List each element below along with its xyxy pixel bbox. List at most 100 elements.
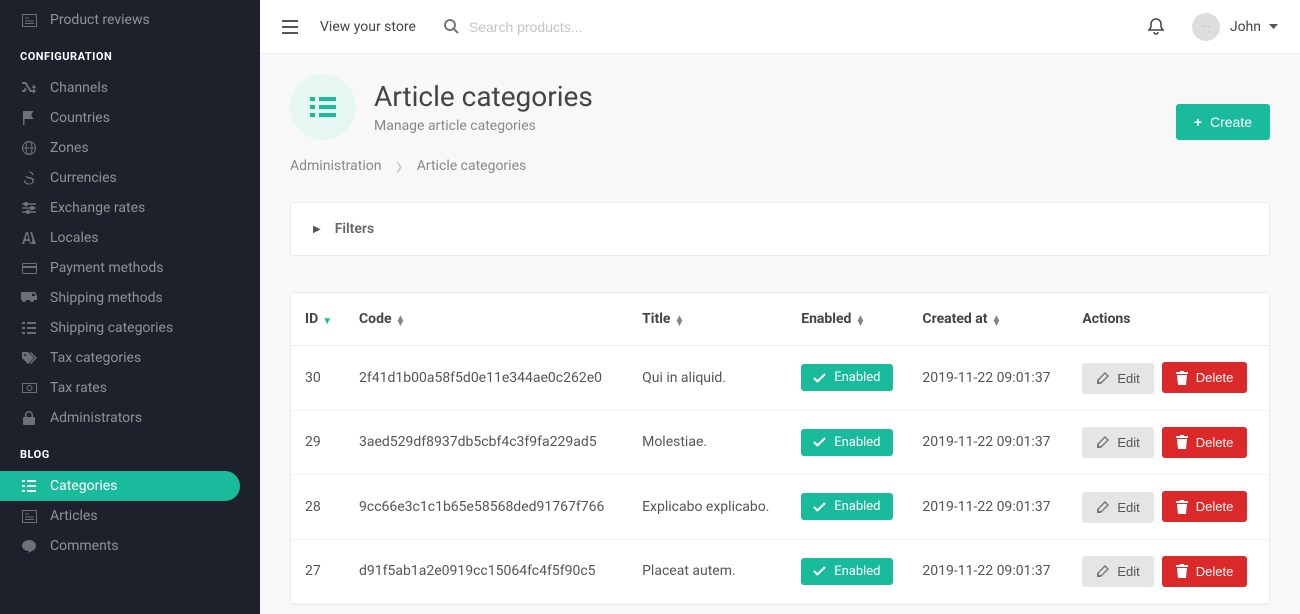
sidebar-item-shipping-categories[interactable]: Shipping categories	[0, 313, 260, 343]
sidebar-item-comments[interactable]: Comments	[0, 531, 260, 561]
truck-icon	[20, 292, 38, 304]
cell-actions: Edit Delete	[1070, 539, 1269, 604]
pencil-icon	[1096, 501, 1109, 514]
page-list-icon	[290, 74, 356, 140]
col-created-at[interactable]: Created at▲▼	[910, 293, 1070, 346]
sidebar-item-product-reviews[interactable]: Product reviews	[0, 5, 260, 35]
edit-button[interactable]: Edit	[1082, 492, 1153, 523]
comment-icon	[20, 540, 38, 553]
random-icon	[20, 82, 38, 94]
check-icon	[813, 566, 826, 576]
edit-button[interactable]: Edit	[1082, 363, 1153, 394]
caret-right-icon: ▶	[313, 224, 321, 235]
edit-button[interactable]: Edit	[1082, 427, 1153, 458]
sidebar-item-zones[interactable]: Zones	[0, 133, 260, 163]
cell-created-at: 2019-11-22 09:01:37	[910, 346, 1070, 411]
hamburger-icon[interactable]	[282, 20, 298, 34]
sidebar: Product reviews CONFIGURATION Channels C…	[0, 0, 260, 614]
col-code[interactable]: Code▲▼	[347, 293, 630, 346]
cell-created-at: 2019-11-22 09:01:37	[910, 475, 1070, 540]
table-row: 293aed529df8937db5cbf4c3f9fa229ad5Molest…	[291, 410, 1269, 475]
sidebar-item-label: Countries	[50, 110, 110, 126]
breadcrumb-current: Article categories	[417, 158, 526, 174]
cell-code: 9cc66e3c1c1b65e58568ded91767f766	[347, 475, 630, 540]
sidebar-item-payment-methods[interactable]: Payment methods	[0, 253, 260, 283]
trash-icon	[1176, 500, 1188, 514]
enabled-badge: Enabled	[801, 493, 892, 520]
breadcrumb-root[interactable]: Administration	[290, 158, 381, 174]
sidebar-item-label: Shipping methods	[50, 290, 163, 306]
cell-enabled: Enabled	[789, 475, 910, 540]
cell-actions: Edit Delete	[1070, 346, 1269, 411]
col-title[interactable]: Title▲▼	[630, 293, 789, 346]
sidebar-item-exchange-rates[interactable]: Exchange rates	[0, 193, 260, 223]
plus-icon: +	[1194, 114, 1202, 130]
sidebar-item-label: Locales	[50, 230, 99, 246]
sidebar-item-currencies[interactable]: Currencies	[0, 163, 260, 193]
sort-icon: ▲▼	[992, 316, 1002, 326]
sidebar-item-tax-categories[interactable]: Tax categories	[0, 343, 260, 373]
cell-actions: Edit Delete	[1070, 475, 1269, 540]
delete-button[interactable]: Delete	[1162, 427, 1248, 458]
lock-icon	[20, 411, 38, 425]
filters-toggle[interactable]: ▶ Filters	[290, 202, 1270, 256]
user-menu[interactable]: ⋯ John	[1192, 13, 1278, 41]
topbar: View your store ⋯ John	[260, 0, 1300, 54]
sidebar-item-locales[interactable]: Locales	[0, 223, 260, 253]
sort-icon: ▲▼	[855, 316, 865, 326]
notifications-icon[interactable]	[1148, 18, 1164, 35]
trash-icon	[1176, 564, 1188, 578]
search-input[interactable]	[469, 19, 769, 35]
delete-button[interactable]: Delete	[1162, 491, 1248, 522]
cell-id: 29	[291, 410, 347, 475]
enabled-badge: Enabled	[801, 429, 892, 456]
cell-id: 28	[291, 475, 347, 540]
sidebar-item-label: Tax categories	[50, 350, 141, 366]
sidebar-item-categories[interactable]: Categories	[0, 471, 240, 501]
sidebar-item-articles[interactable]: Articles	[0, 501, 260, 531]
flag-icon	[20, 111, 38, 125]
sidebar-item-channels[interactable]: Channels	[0, 73, 260, 103]
sidebar-item-shipping-methods[interactable]: Shipping methods	[0, 283, 260, 313]
cell-enabled: Enabled	[789, 410, 910, 475]
chevron-right-icon: ❯	[395, 162, 403, 173]
cell-enabled: Enabled	[789, 346, 910, 411]
delete-button[interactable]: Delete	[1162, 362, 1248, 393]
sidebar-item-countries[interactable]: Countries	[0, 103, 260, 133]
sidebar-item-administrators[interactable]: Administrators	[0, 403, 260, 433]
username: John	[1230, 19, 1261, 35]
sort-icon: ▲▼	[396, 316, 406, 326]
cell-code: d91f5ab1a2e0919cc15064fc4f5f90c5	[347, 539, 630, 604]
edit-button[interactable]: Edit	[1082, 556, 1153, 587]
col-enabled[interactable]: Enabled▲▼	[789, 293, 910, 346]
trash-icon	[1176, 371, 1188, 385]
cell-title: Molestiae.	[630, 410, 789, 475]
sidebar-item-label: Payment methods	[50, 260, 163, 276]
view-store-link[interactable]: View your store	[320, 19, 416, 35]
sidebar-item-label: Shipping categories	[50, 320, 173, 336]
sidebar-item-label: Zones	[50, 140, 89, 156]
sidebar-item-label: Comments	[50, 538, 119, 554]
pencil-icon	[1096, 436, 1109, 449]
sidebar-item-label: Articles	[50, 508, 98, 524]
list-icon	[20, 480, 38, 492]
delete-button[interactable]: Delete	[1162, 556, 1248, 587]
sidebar-item-label: Categories	[50, 478, 117, 494]
font-icon	[20, 232, 38, 244]
list-icon	[20, 322, 38, 334]
page-title: Article categories	[374, 80, 593, 114]
credit-card-icon	[20, 263, 38, 274]
table-row: 302f41d1b00a58f5d0e11e344ae0c262e0Qui in…	[291, 346, 1269, 411]
create-button[interactable]: + Create	[1176, 104, 1270, 140]
sidebar-item-tax-rates[interactable]: Tax rates	[0, 373, 260, 403]
table-row: 27d91f5ab1a2e0919cc15064fc4f5f90c5Placea…	[291, 539, 1269, 604]
sidebar-section-blog: BLOG	[0, 433, 260, 471]
tags-icon	[20, 352, 38, 364]
col-id[interactable]: ID▼	[291, 293, 347, 346]
enabled-badge: Enabled	[801, 364, 892, 391]
search-icon	[444, 19, 459, 34]
sidebar-item-label: Currencies	[50, 170, 117, 186]
cell-code: 2f41d1b00a58f5d0e11e344ae0c262e0	[347, 346, 630, 411]
content: Article categories Manage article catego…	[260, 54, 1300, 614]
cell-id: 27	[291, 539, 347, 604]
